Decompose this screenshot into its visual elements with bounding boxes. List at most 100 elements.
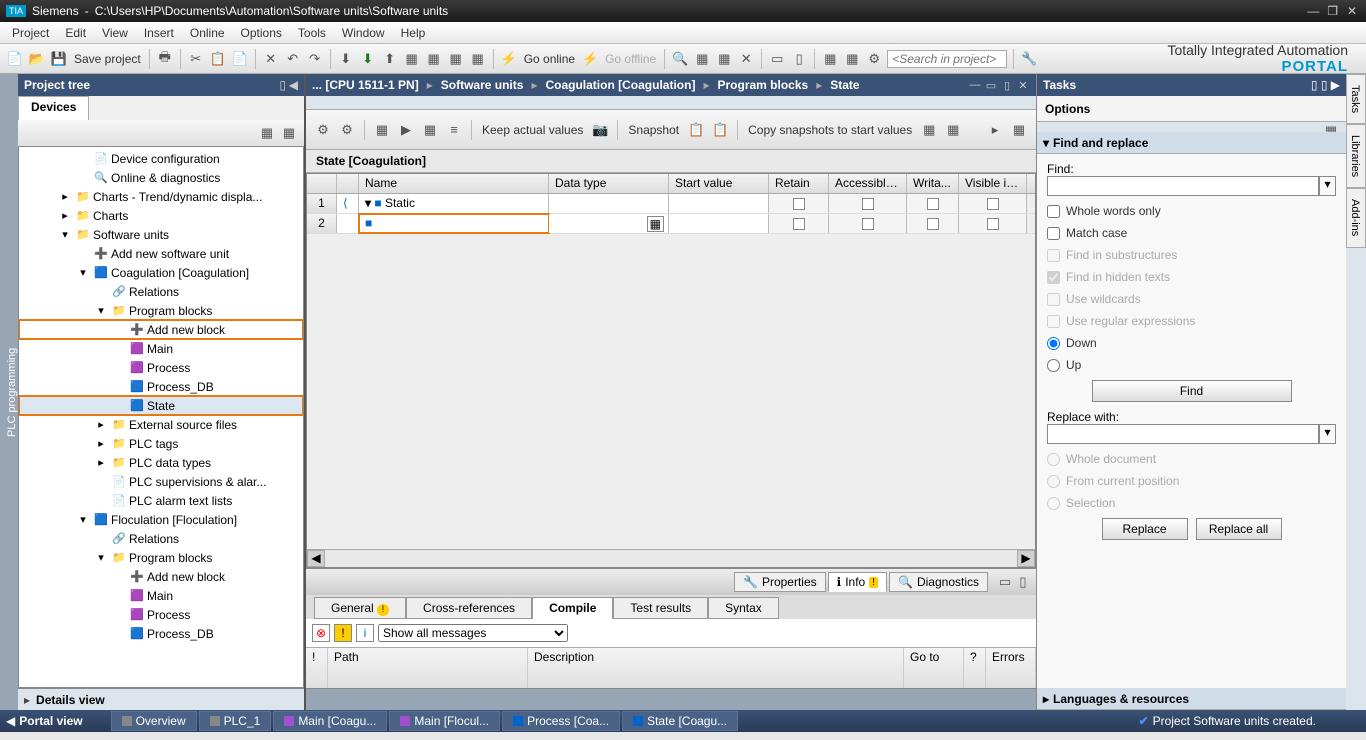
warning-filter-icon[interactable]: ! bbox=[334, 624, 352, 642]
cut-icon[interactable]: ✂ bbox=[187, 50, 205, 68]
vtab-tasks[interactable]: Tasks bbox=[1346, 74, 1366, 124]
upload-icon[interactable]: ⬆ bbox=[381, 50, 399, 68]
breadcrumb-item[interactable]: ... [CPU 1511-1 PN] bbox=[312, 78, 419, 92]
vtab-add-ins[interactable]: Add-ins bbox=[1346, 188, 1366, 247]
subtab-cross-references[interactable]: Cross-references bbox=[406, 597, 532, 619]
tree-item[interactable]: ▾📁Software units bbox=[19, 225, 303, 244]
find-input[interactable] bbox=[1047, 176, 1319, 196]
expand-icon[interactable]: ▸ bbox=[93, 436, 109, 452]
open-icon[interactable]: 📂 bbox=[28, 50, 46, 68]
tree-item[interactable]: 🔗Relations bbox=[19, 282, 303, 301]
download-icon[interactable]: ⬇ bbox=[359, 50, 377, 68]
new-icon[interactable]: 📄 bbox=[6, 50, 24, 68]
find-button[interactable]: Find bbox=[1092, 380, 1292, 402]
tree-item[interactable]: 🔗Relations bbox=[19, 529, 303, 548]
status-tab[interactable]: State [Coagu... bbox=[622, 711, 738, 731]
status-tab[interactable]: PLC_1 bbox=[199, 711, 272, 731]
expand-icon[interactable] bbox=[75, 246, 91, 262]
chevron-right-icon[interactable]: ▸ bbox=[24, 693, 30, 707]
chevron-left-icon[interactable]: ◀ bbox=[289, 78, 298, 92]
undo-icon[interactable]: ↶ bbox=[284, 50, 302, 68]
max-icon[interactable]: ▯ bbox=[1000, 79, 1014, 92]
expand-icon[interactable] bbox=[93, 474, 109, 490]
expand-icon[interactable]: ▾ bbox=[75, 265, 91, 281]
search-input[interactable] bbox=[887, 50, 1007, 68]
expand-icon[interactable] bbox=[111, 341, 127, 357]
paste-icon[interactable]: 📄 bbox=[231, 50, 249, 68]
print-icon[interactable]: 🖶 bbox=[156, 50, 174, 68]
panel-restore-icon[interactable]: ▯ bbox=[1014, 573, 1032, 591]
expand-icon[interactable] bbox=[75, 151, 91, 167]
tree-item[interactable]: 🟦Process_DB bbox=[19, 624, 303, 643]
menu-project[interactable]: Project bbox=[12, 26, 49, 40]
replace-all-button[interactable]: Replace all bbox=[1196, 518, 1282, 540]
expand-icon[interactable]: ▸ bbox=[57, 189, 73, 205]
status-tab[interactable]: Process [Coa... bbox=[502, 711, 620, 731]
tree-item[interactable]: ➕Add new block bbox=[19, 320, 303, 339]
subtab-general[interactable]: General ! bbox=[314, 597, 406, 619]
tree-item[interactable]: 📄Device configuration bbox=[19, 149, 303, 168]
expand-icon[interactable] bbox=[111, 360, 127, 376]
tree-item[interactable]: 🟪Main bbox=[19, 339, 303, 358]
grid-row[interactable]: 2■ ▦ bbox=[307, 214, 1035, 234]
chevron-right-icon[interactable]: ▶ bbox=[1331, 78, 1340, 92]
tree-item[interactable]: 📄PLC alarm text lists bbox=[19, 491, 303, 510]
info-tab[interactable]: ℹInfo! bbox=[828, 572, 887, 592]
goonline-icon[interactable]: ⚡ bbox=[500, 50, 518, 68]
expand-icon[interactable]: ▾ bbox=[93, 550, 109, 566]
tree-item[interactable]: 🔍Online & diagnostics bbox=[19, 168, 303, 187]
save-icon[interactable]: 💾 bbox=[50, 50, 68, 68]
menu-help[interactable]: Help bbox=[401, 26, 426, 40]
retain-checkbox[interactable] bbox=[793, 218, 805, 230]
expand-icon[interactable] bbox=[75, 170, 91, 186]
find-dropdown-icon[interactable]: ▾ bbox=[1319, 176, 1336, 196]
writable-checkbox[interactable] bbox=[927, 218, 939, 230]
tree-item[interactable]: 🟪Process bbox=[19, 358, 303, 377]
expand-icon[interactable] bbox=[111, 607, 127, 623]
breadcrumb-item[interactable]: State bbox=[830, 78, 859, 92]
expand-icon[interactable] bbox=[93, 493, 109, 509]
retain-checkbox[interactable] bbox=[793, 198, 805, 210]
subtab-compile[interactable]: Compile bbox=[532, 597, 613, 619]
tree-item[interactable]: 🟦Process_DB bbox=[19, 377, 303, 396]
menu-view[interactable]: View bbox=[102, 26, 128, 40]
up-radio[interactable] bbox=[1047, 359, 1060, 372]
tree-item[interactable]: ▾🟦Floculation [Floculation] bbox=[19, 510, 303, 529]
down-radio[interactable] bbox=[1047, 337, 1060, 350]
replace-input[interactable] bbox=[1047, 424, 1319, 444]
delete-icon[interactable]: ✕ bbox=[262, 50, 280, 68]
more-icon[interactable]: ▸ bbox=[986, 121, 1004, 139]
keep-values-icon[interactable]: ▦ bbox=[421, 121, 439, 139]
expand-icon[interactable] bbox=[111, 626, 127, 642]
project-tree[interactable]: 📄Device configuration🔍Online & diagnosti… bbox=[18, 146, 304, 688]
expand-icon[interactable] bbox=[111, 379, 127, 395]
tree-item[interactable]: 🟦State bbox=[19, 396, 303, 415]
tree-item[interactable]: 📄PLC supervisions & alar... bbox=[19, 472, 303, 491]
status-tab[interactable]: Main [Flocul... bbox=[389, 711, 500, 731]
panel-icon[interactable]: ▯ bbox=[1311, 78, 1318, 92]
panel-min-icon[interactable]: ▭ bbox=[996, 573, 1014, 591]
expand-icon[interactable]: ▸ bbox=[93, 417, 109, 433]
expand-icon[interactable]: ▾ bbox=[57, 227, 73, 243]
message-filter-select[interactable]: Show all messages bbox=[378, 624, 568, 642]
expand-icon[interactable]: ▸ bbox=[93, 455, 109, 471]
menu-edit[interactable]: Edit bbox=[65, 26, 86, 40]
tree-item[interactable]: ➕Add new software unit bbox=[19, 244, 303, 263]
menu-options[interactable]: Options bbox=[241, 26, 282, 40]
expand-icon[interactable] bbox=[111, 398, 127, 414]
subtab-test-results[interactable]: Test results bbox=[613, 597, 708, 619]
tree-tool2-icon[interactable]: ▦ bbox=[280, 124, 298, 142]
copy-icon[interactable]: 📋 bbox=[209, 50, 227, 68]
visible-checkbox[interactable] bbox=[987, 198, 999, 210]
whole-words-checkbox[interactable] bbox=[1047, 205, 1060, 218]
minimize-icon[interactable]: — bbox=[1305, 4, 1321, 18]
expand-icon[interactable] bbox=[93, 284, 109, 300]
menu-window[interactable]: Window bbox=[342, 26, 385, 40]
status-tab[interactable]: Overview bbox=[111, 711, 197, 731]
breadcrumb-item[interactable]: Coagulation [Coagulation] bbox=[545, 78, 695, 92]
expand-icon[interactable] bbox=[111, 569, 127, 585]
left-vertical-tab[interactable]: PLC programming bbox=[0, 74, 18, 710]
tree-item[interactable]: ▸📁Charts - Trend/dynamic displa... bbox=[19, 187, 303, 206]
expand-icon[interactable]: ▸ bbox=[57, 208, 73, 224]
goonline-label[interactable]: Go online bbox=[522, 52, 577, 66]
